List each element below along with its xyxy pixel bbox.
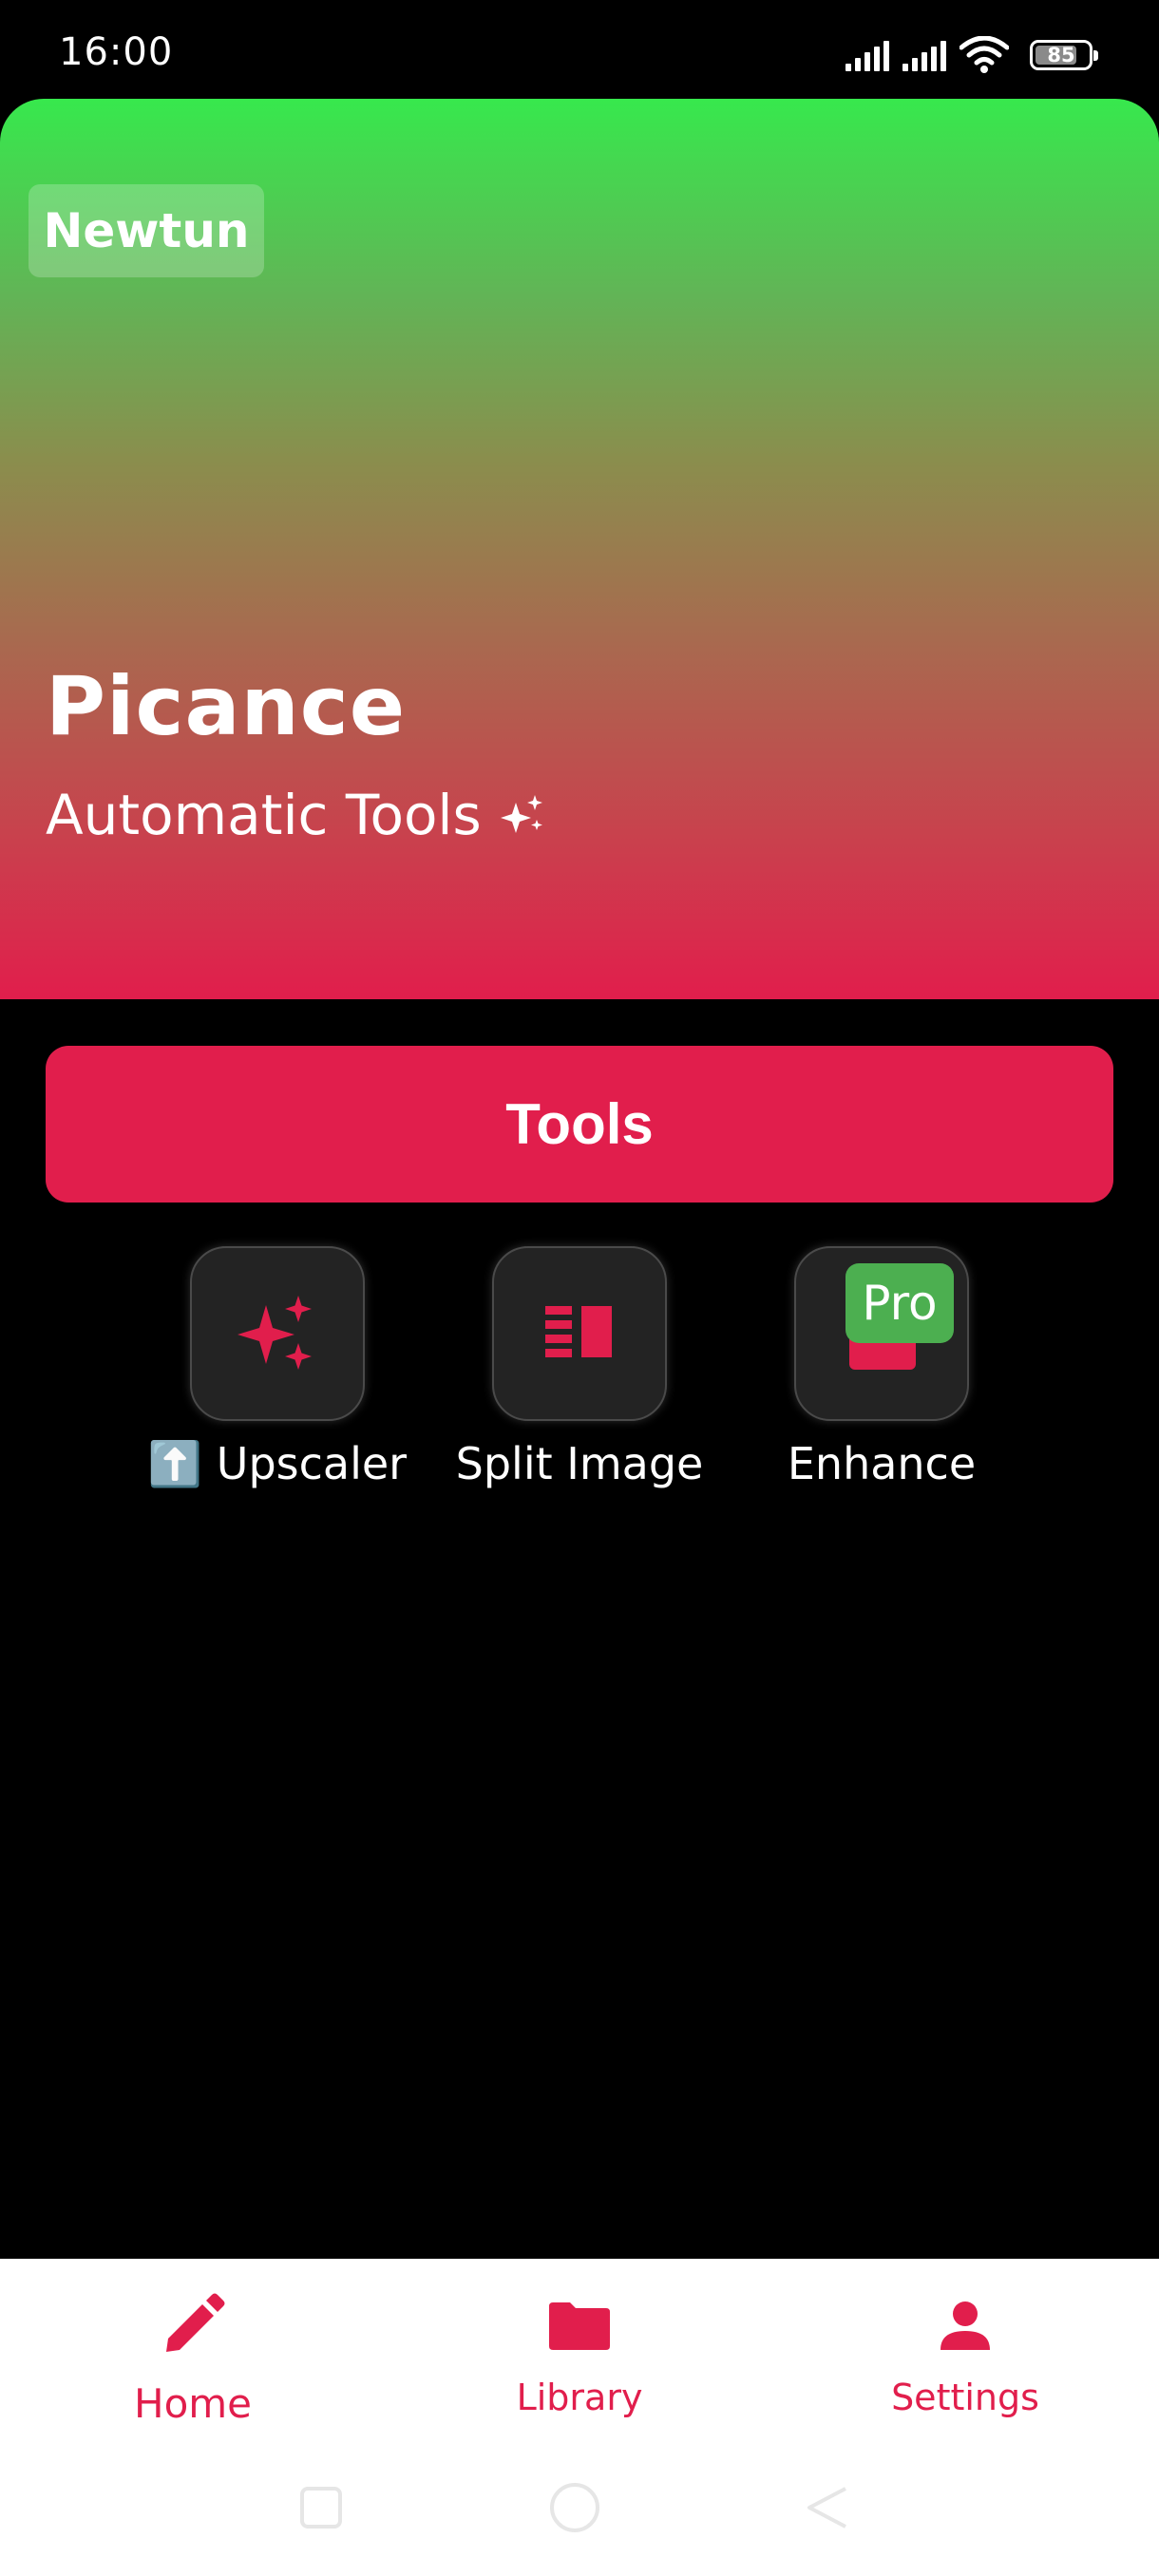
nav-home[interactable]: Home bbox=[50, 2287, 335, 2427]
battery-icon: 85 bbox=[1030, 40, 1098, 70]
bottom-nav: Home Library Settings bbox=[0, 2259, 1159, 2576]
status-icons: 85 bbox=[846, 36, 1098, 74]
split-image-icon bbox=[545, 1306, 612, 1357]
nav-home-label: Home bbox=[133, 2380, 253, 2427]
tool-upscaler[interactable]: ⬆️ Upscaler bbox=[116, 1246, 439, 1490]
signal-icon bbox=[846, 39, 889, 71]
nav-library-label: Library bbox=[516, 2377, 643, 2418]
wifi-icon bbox=[960, 36, 1009, 73]
upscaler-tile[interactable] bbox=[190, 1246, 365, 1421]
tool-label: ⬆️ Upscaler bbox=[147, 1438, 408, 1489]
status-bar: 16:00 85 bbox=[0, 0, 1159, 104]
pro-badge: Pro bbox=[846, 1263, 954, 1343]
tool-split-image[interactable]: Split Image bbox=[418, 1246, 741, 1489]
folder-icon bbox=[549, 2302, 610, 2350]
hero-banner: Newtun Picance Automatic Tools bbox=[0, 99, 1159, 999]
nav-settings-label: Settings bbox=[891, 2377, 1039, 2418]
battery-level: 85 bbox=[1047, 44, 1075, 66]
tool-enhance[interactable]: Pro Enhance bbox=[720, 1246, 1043, 1489]
split-image-tile[interactable] bbox=[492, 1246, 667, 1421]
recent-apps-icon[interactable] bbox=[300, 2487, 342, 2529]
nav-library[interactable]: Library bbox=[437, 2287, 722, 2418]
sparkles-icon bbox=[238, 1296, 312, 1370]
enhance-tile[interactable]: Pro bbox=[794, 1246, 969, 1421]
person-icon bbox=[940, 2301, 990, 2350]
tool-label: Enhance bbox=[787, 1438, 977, 1489]
status-time: 16:00 bbox=[59, 30, 174, 74]
app-subtitle: Automatic Tools bbox=[46, 783, 546, 847]
tool-label: Split Image bbox=[455, 1438, 704, 1489]
pencil-icon bbox=[166, 2293, 225, 2352]
home-circle-icon[interactable] bbox=[550, 2483, 599, 2532]
app-subtitle-text: Automatic Tools bbox=[46, 783, 482, 847]
tools-button[interactable]: Tools bbox=[46, 1046, 1113, 1203]
sparkles-icon bbox=[500, 795, 542, 833]
nav-settings[interactable]: Settings bbox=[823, 2287, 1108, 2418]
app-title: Picance bbox=[46, 659, 407, 754]
brand-badge[interactable]: Newtun bbox=[28, 184, 264, 277]
system-nav-bar bbox=[300, 2483, 846, 2532]
signal-icon-2 bbox=[902, 39, 946, 71]
back-icon[interactable] bbox=[808, 2487, 846, 2529]
